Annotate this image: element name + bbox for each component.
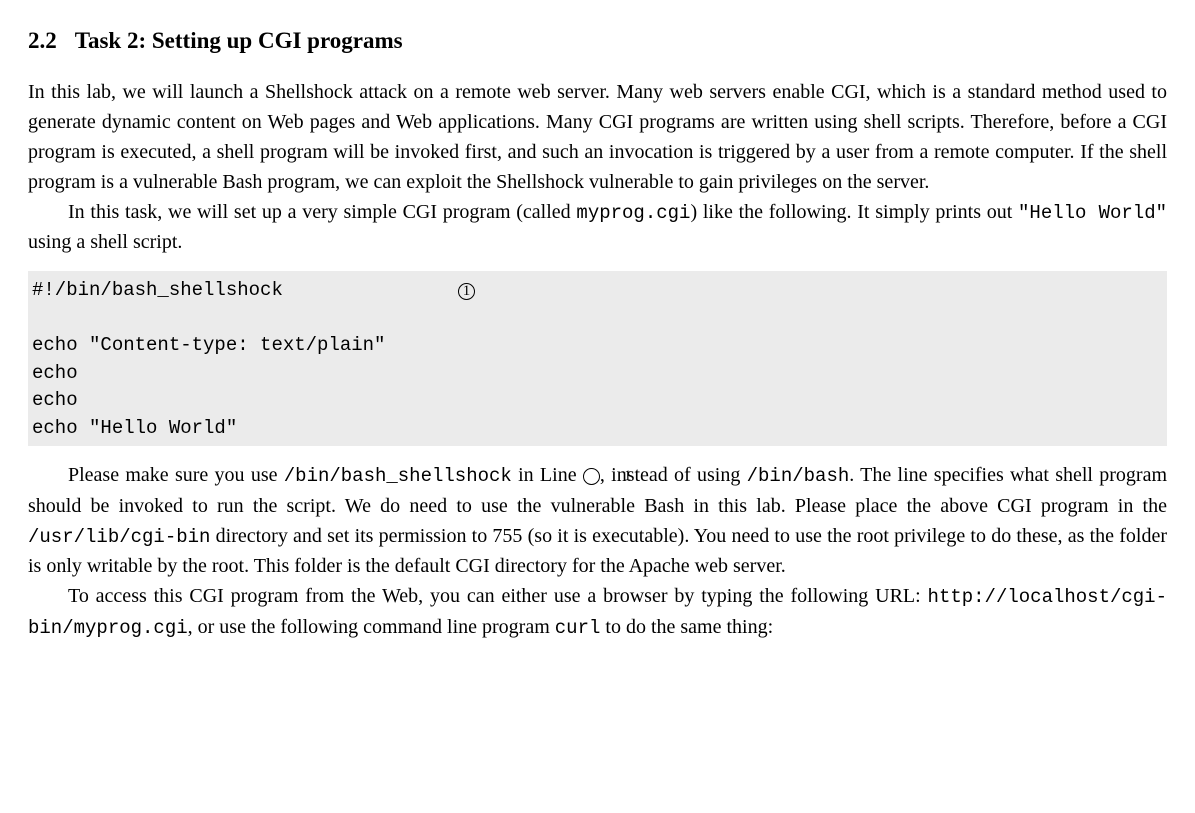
paragraph-4: To access this CGI program from the Web,… (28, 581, 1167, 642)
code-line-3: echo "Content-type: text/plain" (32, 334, 385, 356)
code-line-annotation: 1 (458, 278, 475, 306)
paragraph-2: In this task, we will set up a very simp… (28, 197, 1167, 258)
paragraph-3: Please make sure you use /bin/bash_shell… (28, 460, 1167, 581)
inline-code-myprog: myprog.cgi (576, 202, 690, 224)
paragraph-1: In this lab, we will launch a Shellshock… (28, 77, 1167, 197)
code-line-1: #!/bin/bash_shellshock (32, 279, 283, 301)
circled-one-icon: 1 (458, 283, 475, 300)
para4-a: To access this CGI program from the Web,… (68, 585, 928, 607)
inline-code-bash-path: /bin/bash (747, 465, 850, 487)
section-heading: 2.2 Task 2: Setting up CGI programs (28, 24, 1167, 59)
inline-code-hello: "Hello World" (1018, 202, 1167, 224)
para1-text: In this lab, we will launch a Shellshock… (28, 81, 1167, 193)
circled-one-icon: 1 (583, 468, 600, 485)
code-line-5: echo (32, 389, 78, 411)
section-number: 2.2 (28, 24, 57, 59)
para3-b: in Line (512, 464, 583, 486)
para4-b: , or use the following command line prog… (188, 616, 555, 638)
inline-code-curl: curl (555, 617, 601, 639)
para3-a: Please make sure you use (68, 464, 284, 486)
inline-code-shellshock-path: /bin/bash_shellshock (284, 465, 512, 487)
code-block: #!/bin/bash_shellshock 1 echo "Content-ty… (28, 271, 1167, 446)
para4-c: to do the same thing: (600, 616, 773, 638)
section-title: Task 2: Setting up CGI programs (75, 28, 403, 53)
para3-c: , instead of using (600, 464, 747, 486)
inline-code-cgi-dir: /usr/lib/cgi-bin (28, 526, 210, 548)
code-line-6: echo "Hello World" (32, 417, 237, 439)
para2-a: In this task, we will set up a very simp… (68, 201, 576, 223)
code-line-4: echo (32, 362, 78, 384)
para2-c: using a shell script. (28, 231, 182, 253)
para2-b: ) like the following. It simply prints o… (690, 201, 1018, 223)
